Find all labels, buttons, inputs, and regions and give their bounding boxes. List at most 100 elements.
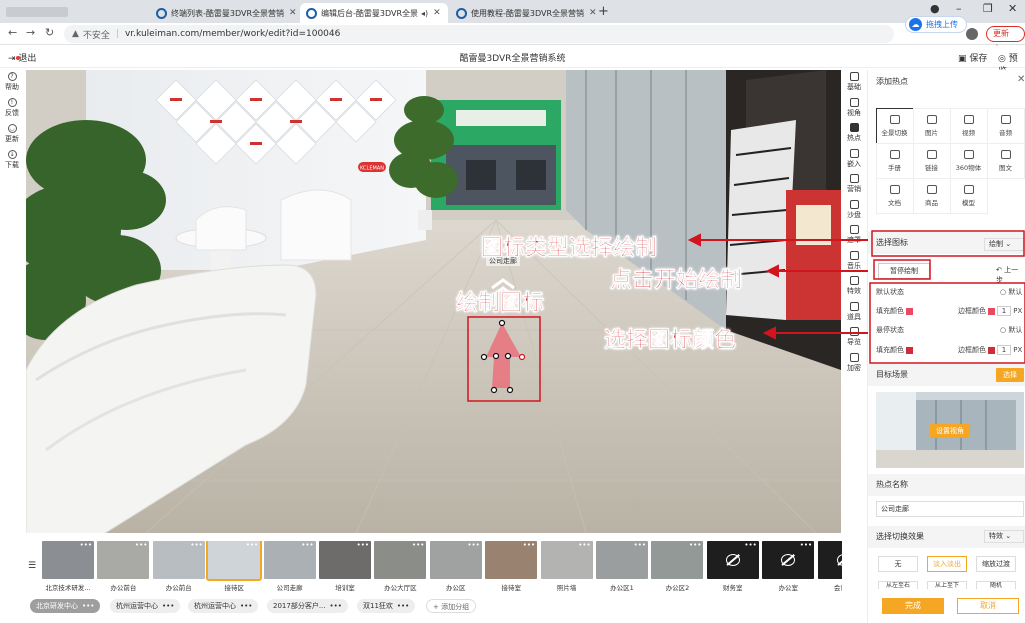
scene-thumbnail[interactable]: ••• 办公大厅区 (374, 541, 427, 592)
group-more-icon[interactable]: ••• (397, 602, 409, 610)
set-view-button[interactable]: 设置视角 (930, 424, 970, 438)
scene-thumbnail[interactable]: ••• 财务室 (706, 541, 759, 592)
pause-draw-button[interactable]: 暂停绘制 (878, 263, 930, 279)
music-tab[interactable]: 音乐 (843, 249, 865, 275)
url-field[interactable]: ▲ 不安全 | vr.kuleiman.com/member/work/edit… (64, 25, 894, 43)
guide-tab[interactable]: 导览 (843, 325, 865, 351)
scene-thumbnail[interactable]: ••• 公司走廊 (263, 541, 316, 592)
hover-border-width[interactable]: 1 (997, 345, 1011, 355)
mask-tab[interactable]: 遮罩 (843, 223, 865, 249)
type-image[interactable]: 图片 (912, 107, 951, 144)
scene-thumbnail[interactable]: ••• 办公前台 (152, 541, 205, 592)
more-icon[interactable]: ••• (523, 541, 535, 549)
scene-thumbnail[interactable]: ••• 办公前台 (97, 541, 150, 592)
cancel-button[interactable]: 取消 (957, 598, 1019, 614)
new-tab-button[interactable]: + (598, 4, 609, 19)
tab-1[interactable]: 编辑后台-酷雷曼3DVR全景 ◂) ✕ (300, 3, 448, 23)
panorama-viewer[interactable]: KCLEMAN 公司走廊 绘制图标 图标类型选择绘制 点击开始绘制 选择图标颜色 (26, 70, 841, 533)
close-window-button[interactable]: ✕ (1008, 2, 1017, 15)
scene-thumbnail[interactable]: ••• 办公室 (762, 541, 815, 592)
scene-thumbnail[interactable]: ••• 会议室 (817, 541, 842, 592)
group-tab[interactable]: 杭州运营中心 ••• (188, 599, 259, 613)
more-icon[interactable]: ••• (578, 541, 590, 549)
hover-border-swatch[interactable] (988, 346, 995, 354)
group-tab[interactable]: 双11狂欢 ••• (357, 599, 416, 613)
scene-thumbnail[interactable]: ••• 办公区2 (651, 541, 704, 592)
scene-thumbnail[interactable]: ••• 照片墙 (540, 541, 593, 592)
group-more-icon[interactable]: ••• (240, 602, 252, 610)
type-scene-switch[interactable]: 全景切换 (875, 107, 914, 144)
more-icon[interactable]: ••• (412, 541, 424, 549)
minimize-button[interactable]: – (956, 2, 962, 15)
type-link[interactable]: 链接 (912, 142, 951, 179)
default-reset[interactable]: ○ 默认 (1000, 287, 1022, 297)
tab-2[interactable]: 使用教程-酷雷曼3DVR全景营销 ✕ (450, 3, 596, 23)
more-icon[interactable]: ••• (301, 541, 313, 549)
confirm-button[interactable]: 完成 (882, 598, 944, 614)
save-button[interactable]: ▣ 保存 (958, 51, 987, 64)
back-icon[interactable]: ← (8, 26, 17, 39)
scene-thumbnail[interactable]: ••• 接待室 (485, 541, 538, 592)
add-group-button[interactable]: + 添加分组 (426, 599, 477, 613)
effect-random[interactable]: 随机 (976, 581, 1016, 589)
tab-0[interactable]: 终端列表-酷雷曼3DVR全景营销 ✕ (150, 3, 298, 23)
group-more-icon[interactable]: ••• (82, 602, 94, 610)
view-tab[interactable]: 视角 (843, 96, 865, 122)
more-icon[interactable]: ••• (357, 541, 369, 549)
type-360-object[interactable]: 360物体 (949, 142, 988, 179)
type-rich-text[interactable]: 图文 (986, 142, 1025, 179)
scene-thumbnail[interactable]: ••• 接待区 (206, 541, 263, 592)
more-icon[interactable]: ••• (80, 541, 92, 549)
scene-thumbnail[interactable]: ••• 办公区1 (596, 541, 648, 592)
maximize-button[interactable]: ❐ (983, 2, 993, 15)
effect-tab[interactable]: 特效 (843, 274, 865, 300)
profile-avatar[interactable] (966, 28, 978, 40)
group-tab[interactable]: 2017部分客户... ••• (267, 599, 348, 613)
marketing-tab[interactable]: 营销 (843, 172, 865, 198)
type-video[interactable]: 视频 (949, 107, 988, 144)
hotspot-tab[interactable]: 热点 (843, 121, 865, 147)
more-icon[interactable]: ••• (744, 541, 756, 549)
group-tab[interactable]: 北京研发中心 ••• (30, 599, 101, 613)
basic-tab[interactable]: 基础 (843, 70, 865, 96)
reload-icon[interactable]: ↻ (45, 26, 54, 39)
scene-thumbnail[interactable]: ••• 北京技术研发... (42, 541, 94, 592)
type-audio[interactable]: 音频 (986, 107, 1025, 144)
effect-top-bottom[interactable]: 从上至下 (927, 581, 967, 589)
update-tool-button[interactable]: ◡ 更新 (0, 122, 24, 148)
effect-none[interactable]: 无 (878, 556, 918, 572)
icon-type-select[interactable]: 绘制 ⌄ (984, 238, 1024, 251)
more-icon[interactable]: ••• (246, 541, 258, 549)
tab-close-prev[interactable]: ✕ (132, 3, 144, 23)
default-border-width[interactable]: 1 (997, 306, 1011, 316)
effect-zoom[interactable]: 缩放过渡 (976, 556, 1016, 572)
strip-menu-icon[interactable]: ☰ (28, 561, 36, 571)
more-icon[interactable]: ••• (135, 541, 147, 549)
more-icon[interactable]: ••• (634, 541, 646, 549)
undo-button[interactable]: ↶ 上一步 (996, 265, 1025, 285)
tab-close-icon[interactable]: ✕ (289, 8, 297, 18)
feedback-button[interactable]: ! 反馈 (0, 96, 24, 122)
choose-scene-button[interactable]: 选择 (996, 368, 1024, 382)
sandbox-tab[interactable]: 沙盘 (843, 198, 865, 224)
effect-left-right[interactable]: 从左至右 (878, 581, 918, 589)
group-more-icon[interactable]: ••• (162, 602, 174, 610)
tab-close-icon[interactable]: ✕ (589, 8, 596, 18)
tab-close-icon[interactable]: ✕ (433, 8, 441, 18)
effect-fade[interactable]: 淡入淡出 (927, 556, 967, 572)
hover-reset[interactable]: ○ 默认 (1000, 325, 1022, 335)
more-icon[interactable]: ••• (689, 541, 701, 549)
more-icon[interactable]: ••• (190, 541, 202, 549)
hotspot-name-input[interactable]: 公司走廊 (876, 501, 1024, 517)
scene-thumbnail[interactable]: ••• 办公区 (429, 541, 482, 592)
help-button[interactable]: ? 帮助 (0, 70, 24, 96)
type-manual[interactable]: 手册 (875, 142, 914, 179)
audio-icon[interactable]: ◂) (421, 9, 428, 18)
record-icon[interactable]: ● (930, 2, 940, 15)
scene-thumbnail[interactable]: ••• 培训室 (319, 541, 371, 592)
update-button[interactable]: 更新 ⋮ (986, 26, 1025, 52)
group-tab[interactable]: 杭州运营中心 ••• (110, 599, 181, 613)
more-icon[interactable]: ••• (467, 541, 479, 549)
more-icon[interactable]: ••• (800, 541, 812, 549)
encrypt-tab[interactable]: 加密 (843, 351, 865, 377)
